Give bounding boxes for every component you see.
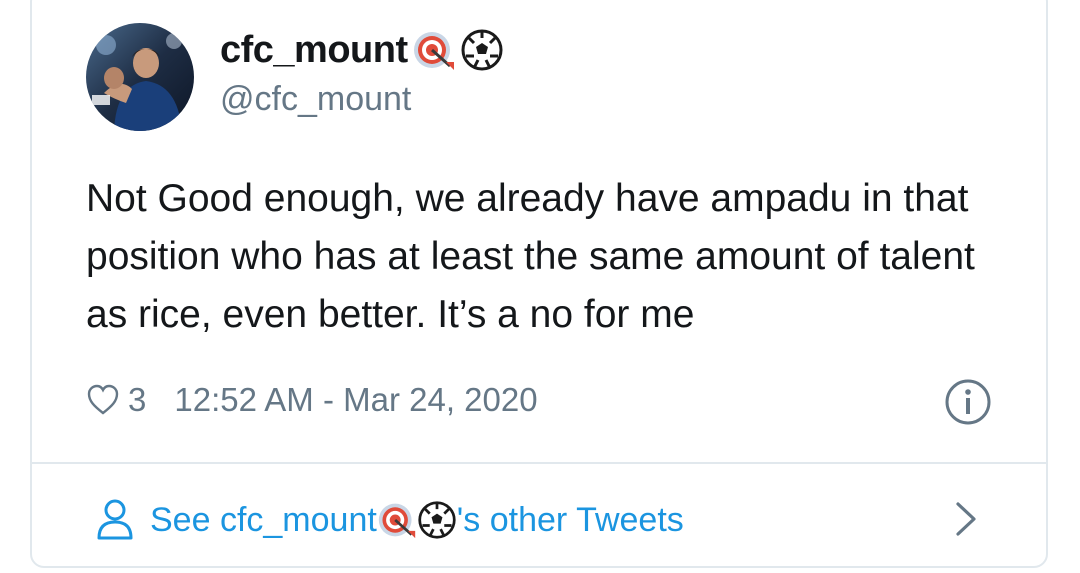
tweet-meta: 3 12:52 AM - Mar 24, 2020 xyxy=(86,375,538,425)
see-other-tweets-link[interactable]: See cfc_mount 's other Tweets xyxy=(96,492,684,548)
tweet-text: Not Good enough, we already have ampadu … xyxy=(86,177,975,336)
user-icon xyxy=(97,499,133,540)
soccer-ball-icon xyxy=(460,28,504,72)
divider xyxy=(32,462,1046,464)
like-count: 3 xyxy=(128,381,147,418)
heart-icon[interactable] xyxy=(86,383,120,417)
dart-target-icon xyxy=(412,28,456,72)
see-prefix: See cfc_mount xyxy=(150,500,377,539)
avatar[interactable] xyxy=(86,23,194,131)
handle[interactable]: @cfc_mount xyxy=(220,80,411,119)
see-suffix: 's other Tweets xyxy=(456,500,684,539)
info-icon[interactable] xyxy=(944,378,992,426)
display-name[interactable]: cfc_mount xyxy=(220,29,408,72)
timestamp[interactable]: 12:52 AM - Mar 24, 2020 xyxy=(174,381,537,419)
dart-target-icon xyxy=(377,500,417,540)
see-other-tweets-label[interactable]: See cfc_mount 's other Tweets xyxy=(150,500,684,540)
author-name-row[interactable]: cfc_mount xyxy=(220,28,504,72)
soccer-ball-icon xyxy=(417,500,457,540)
chevron-right-icon[interactable] xyxy=(950,500,982,538)
